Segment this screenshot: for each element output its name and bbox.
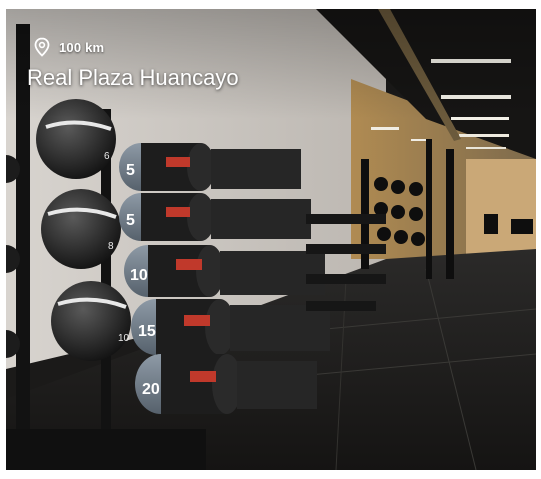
svg-text:5: 5 [126, 212, 135, 229]
distance-badge: 100 km [33, 37, 104, 57]
gym-location-card[interactable]: 6 8 10 5 5 10 15 20 100 km Real Plaza Hu… [6, 9, 536, 470]
location-pin-icon [34, 37, 50, 57]
svg-text:10: 10 [118, 333, 130, 344]
svg-text:20: 20 [142, 381, 160, 398]
svg-text:10: 10 [130, 267, 148, 284]
location-title[interactable]: Real Plaza Huancayo [27, 65, 239, 91]
svg-text:6: 6 [104, 151, 110, 162]
svg-text:5: 5 [126, 162, 135, 179]
svg-text:15: 15 [138, 323, 156, 340]
svg-text:8: 8 [108, 241, 114, 252]
top-shade [6, 9, 536, 119]
distance-text: 100 km [59, 39, 105, 55]
